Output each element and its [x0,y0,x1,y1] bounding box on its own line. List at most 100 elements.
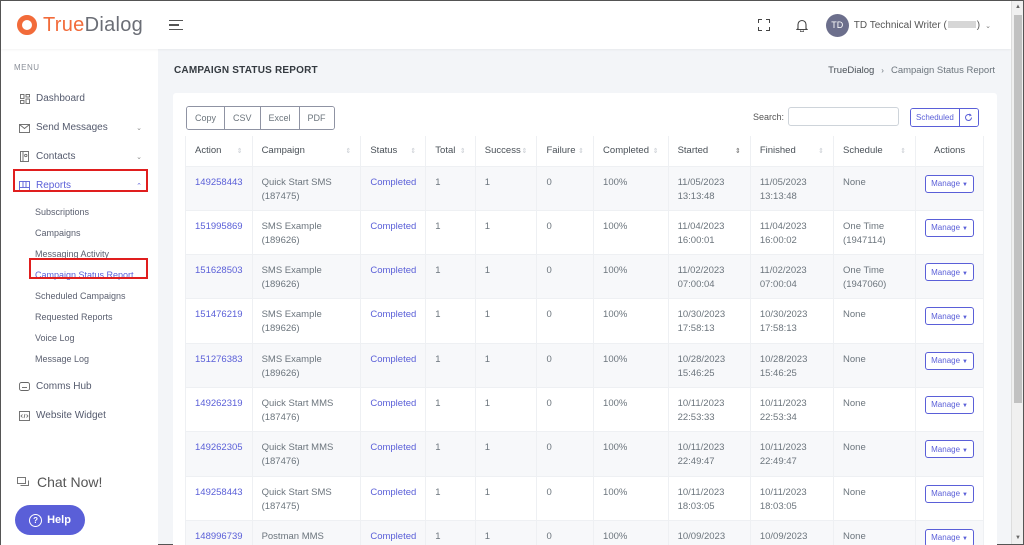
cell-action: 151628503 [185,254,253,300]
copy-button[interactable]: Copy [187,107,226,129]
sidebar-subitem-campaign-status-report[interactable]: Campaign Status Report [1,265,158,286]
column-header-action[interactable]: Action ⇕ [185,136,253,167]
cell-status: Completed [360,298,427,344]
manage-dropdown-button[interactable]: Manage ▼ [925,395,974,414]
sidebar-subitem-scheduled-campaigns[interactable]: Scheduled Campaigns [1,286,158,307]
cell-schedule: None [833,298,917,344]
manage-dropdown-button[interactable]: Manage ▼ [925,440,974,459]
action-id-link[interactable]: 151628503 [195,265,243,276]
manage-dropdown-button[interactable]: Manage ▼ [925,307,974,326]
scrollbar-thumb[interactable] [1014,15,1022,403]
scheduled-button[interactable]: Scheduled [911,109,959,126]
cell-failure: 0 [536,165,595,211]
hamburger-menu-icon[interactable] [169,19,183,31]
cell-failure: 0 [536,386,595,433]
user-menu[interactable]: TD Technical Writer () ⌄ [854,20,991,31]
column-header-total[interactable]: Total ⇕ [425,136,476,167]
cell-success: 1 [474,519,538,545]
pdf-button[interactable]: PDF [299,107,334,129]
column-header-status[interactable]: Status ⇕ [360,136,427,167]
sidebar-subitem-campaigns[interactable]: Campaigns [1,223,158,244]
sidebar-item-dashboard[interactable]: Dashboard [1,84,158,113]
cell-finished: 11/04/2023 16:00:02 [749,209,835,256]
cell-campaign: Quick Start SMS (187475) [251,475,362,521]
action-id-link[interactable]: 151476219 [195,309,243,320]
column-header-success[interactable]: Success ⇕ [474,136,538,167]
chevron-down-icon: ⌄ [985,22,991,30]
action-id-link[interactable]: 149258443 [195,487,243,498]
chevron-down-icon: ⌄ [136,153,142,161]
column-header-completed[interactable]: Completed ⇕ [593,136,669,167]
cell-success: 1 [474,475,538,521]
action-id-link[interactable]: 151995869 [195,221,243,232]
sort-icon: ⇕ [578,148,585,156]
action-id-link[interactable]: 149258443 [195,177,243,188]
cell-completed: 100% [593,342,669,388]
notification-bell-icon[interactable] [795,19,808,32]
table-row: 148996739 Postman MMS Testing Completed … [185,519,984,545]
sidebar-item-website-widget[interactable]: Website Widget [1,401,158,430]
cell-started: 10/11/2023 18:03:05 [667,475,751,521]
avatar[interactable]: TD [825,13,849,37]
breadcrumb-current: Campaign Status Report [890,65,995,76]
refresh-icon [965,113,973,121]
action-id-link[interactable]: 149262319 [195,398,243,409]
sidebar-subitem-subscriptions[interactable]: Subscriptions [1,202,158,223]
refresh-button[interactable] [958,109,978,126]
column-header-failure[interactable]: Failure ⇕ [536,136,595,167]
action-id-link[interactable]: 151276383 [195,354,243,365]
action-id-link[interactable]: 149262305 [195,442,243,453]
cell-success: 1 [474,431,538,477]
sidebar-subitem-message-log[interactable]: Message Log [1,349,158,370]
manage-dropdown-button[interactable]: Manage ▼ [925,351,974,370]
cell-actions: Manage ▼ [915,342,984,388]
column-header-campaign[interactable]: Campaign ⇕ [251,136,362,167]
sort-icon: ⇕ [410,148,417,156]
table-header-row: Action ⇕ Campaign ⇕ Status ⇕ Total ⇕ Success… [185,136,984,167]
breadcrumb-home-link[interactable]: TrueDialog [828,65,874,76]
cell-status: Completed [360,431,427,477]
sidebar-subitem-voice-log[interactable]: Voice Log [1,328,158,349]
column-header-finished[interactable]: Finished ⇕ [749,136,835,167]
cell-schedule: None [833,519,917,545]
cell-failure: 0 [536,342,595,388]
manage-dropdown-button[interactable]: Manage ▼ [925,528,974,545]
cell-schedule: None [833,431,917,477]
manage-dropdown-button[interactable]: Manage ▼ [925,263,974,282]
cell-finished: 11/02/2023 07:00:04 [749,254,835,300]
help-button[interactable]: ? Help [15,505,85,535]
cell-status: Completed [360,519,427,545]
brand-name: TrueDialog [43,13,144,36]
sidebar-item-contacts[interactable]: Contacts ⌄ [1,142,158,171]
scroll-up-arrow-icon[interactable]: ▲ [1012,1,1024,13]
column-header-schedule[interactable]: Schedule ⇕ [833,136,917,167]
sidebar-subitem-messaging-activity[interactable]: Messaging Activity [1,244,158,265]
csv-button[interactable]: CSV [225,107,261,129]
fullscreen-icon[interactable] [757,19,770,31]
sidebar-item-send-messages[interactable]: Send Messages ⌄ [1,113,158,142]
manage-dropdown-button[interactable]: Manage ▼ [925,218,974,237]
page-title: CAMPAIGN STATUS REPORT [174,65,318,76]
manage-dropdown-button[interactable]: Manage ▼ [925,174,974,193]
sidebar-item-reports[interactable]: Reports ⌃ [1,171,158,200]
brand-logo[interactable]: TrueDialog [1,14,159,37]
chat-now-button[interactable]: Chat Now! [17,474,102,490]
search-input[interactable] [788,107,899,126]
breadcrumb-separator-icon: › [881,66,884,75]
sidebar-item-comms-hub[interactable]: Comms Hub [1,372,158,401]
campaign-status-table: Action ⇕ Campaign ⇕ Status ⇕ Total ⇕ Success… [185,136,984,545]
excel-button[interactable]: Excel [260,107,300,129]
search-label: Search: [753,112,785,122]
page-scrollbar[interactable]: ▲ ▼ [1011,1,1023,544]
action-id-link[interactable]: 148996739 [195,531,243,542]
cell-started: 10/30/2023 17:58:13 [667,298,751,344]
manage-dropdown-button[interactable]: Manage ▼ [925,484,974,503]
scroll-down-arrow-icon[interactable]: ▼ [1012,532,1024,544]
cell-actions: Manage ▼ [915,254,984,300]
sidebar-subitem-requested-reports[interactable]: Requested Reports [1,307,158,328]
breadcrumb: TrueDialog › Campaign Status Report [828,65,995,76]
cell-total: 1 [425,431,476,477]
cell-started: 11/04/2023 16:00:01 [667,209,751,256]
column-header-started[interactable]: Started ⇕ [667,136,751,167]
cell-completed: 100% [593,431,669,477]
